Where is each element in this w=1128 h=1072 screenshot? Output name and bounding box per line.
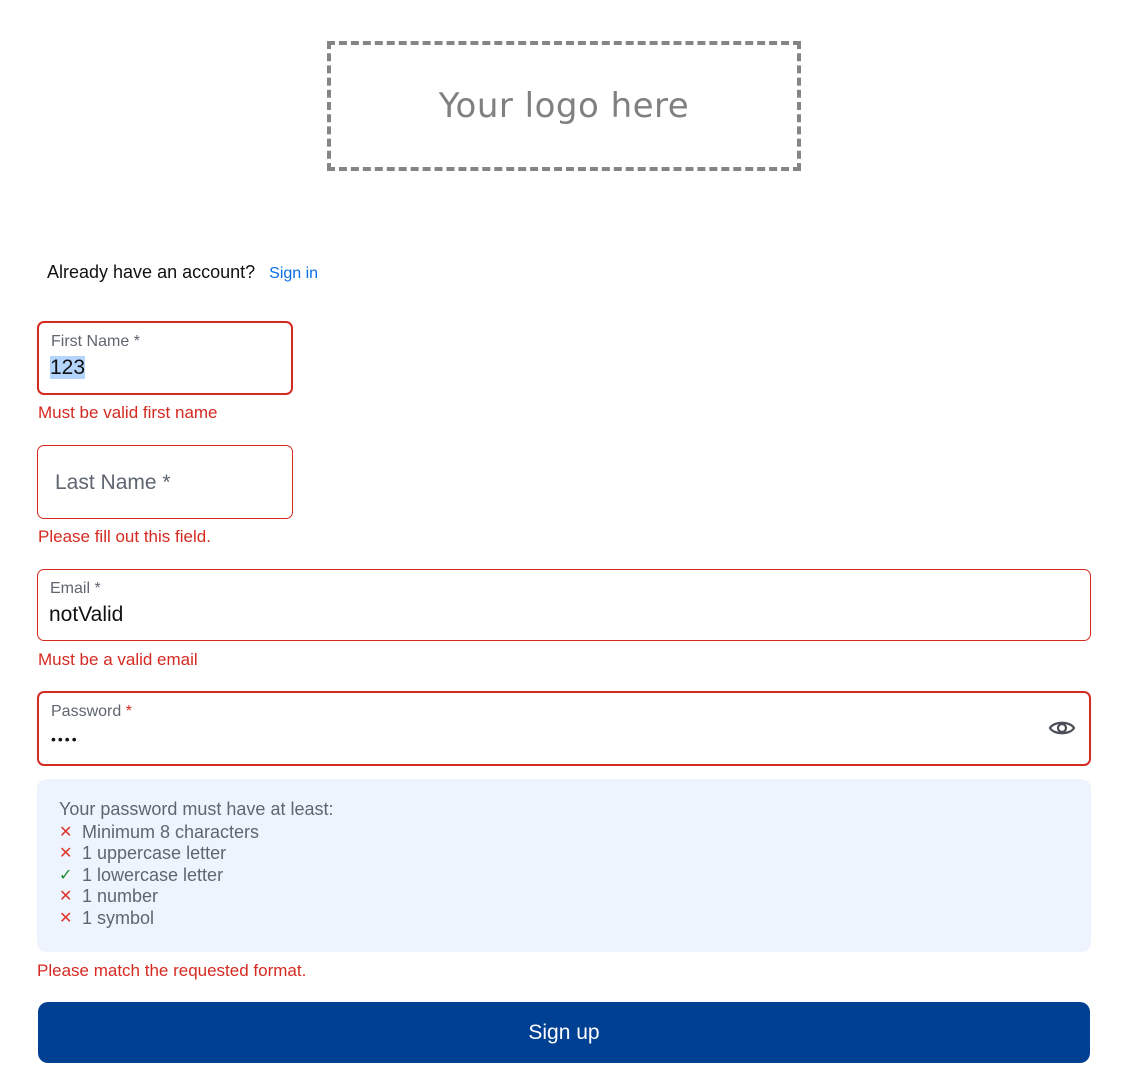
rule-uppercase: ✕ 1 uppercase letter bbox=[59, 843, 227, 863]
password-requirements-title: Your password must have at least: bbox=[59, 799, 334, 819]
first-name-input[interactable]: 123 bbox=[50, 356, 86, 380]
last-name-error: Please fill out this field. bbox=[38, 527, 211, 546]
email-error: Must be a valid email bbox=[38, 650, 198, 669]
logo-text: Your logo here bbox=[438, 86, 690, 126]
rule-lowercase: ✓ 1 lowercase letter bbox=[59, 864, 224, 885]
first-name-label: First Name * bbox=[51, 333, 140, 350]
first-name-field[interactable]: First Name * 123 bbox=[37, 321, 293, 395]
email-label: Email * bbox=[50, 580, 101, 597]
email-field[interactable]: Email * notValid bbox=[37, 569, 1091, 641]
fail-x-icon: ✕ bbox=[59, 909, 73, 927]
rule-number: ✕ 1 number bbox=[59, 886, 159, 906]
fail-x-icon: ✕ bbox=[59, 823, 73, 841]
password-field[interactable]: Password * •••• bbox=[37, 691, 1091, 766]
last-name-field[interactable]: Last Name * bbox=[37, 445, 293, 519]
password-error: Please match the requested format. bbox=[37, 961, 307, 980]
sign-in-link[interactable]: Sign in bbox=[269, 265, 318, 283]
pass-check-icon: ✓ bbox=[59, 866, 73, 884]
sign-up-button[interactable]: Sign up bbox=[38, 1002, 1090, 1063]
fail-x-icon: ✕ bbox=[59, 888, 73, 905]
password-input[interactable]: •••• bbox=[51, 731, 79, 747]
last-name-label: Last Name * bbox=[55, 471, 171, 494]
logo-placeholder: Your logo here bbox=[327, 41, 801, 171]
eye-icon[interactable] bbox=[1048, 717, 1076, 739]
account-prompt-row: Already have an account? Sign in bbox=[47, 262, 318, 283]
rule-min-length: ✕ Minimum 8 characters bbox=[59, 821, 260, 842]
fail-x-icon: ✕ bbox=[59, 845, 73, 862]
email-input[interactable]: notValid bbox=[49, 603, 123, 627]
first-name-error: Must be valid first name bbox=[38, 403, 218, 422]
account-prompt: Already have an account? bbox=[47, 262, 256, 282]
rule-symbol: ✕ 1 symbol bbox=[59, 907, 155, 928]
password-requirements-panel: Your password must have at least: ✕ Mini… bbox=[37, 779, 1091, 952]
password-label: Password * bbox=[51, 703, 132, 720]
